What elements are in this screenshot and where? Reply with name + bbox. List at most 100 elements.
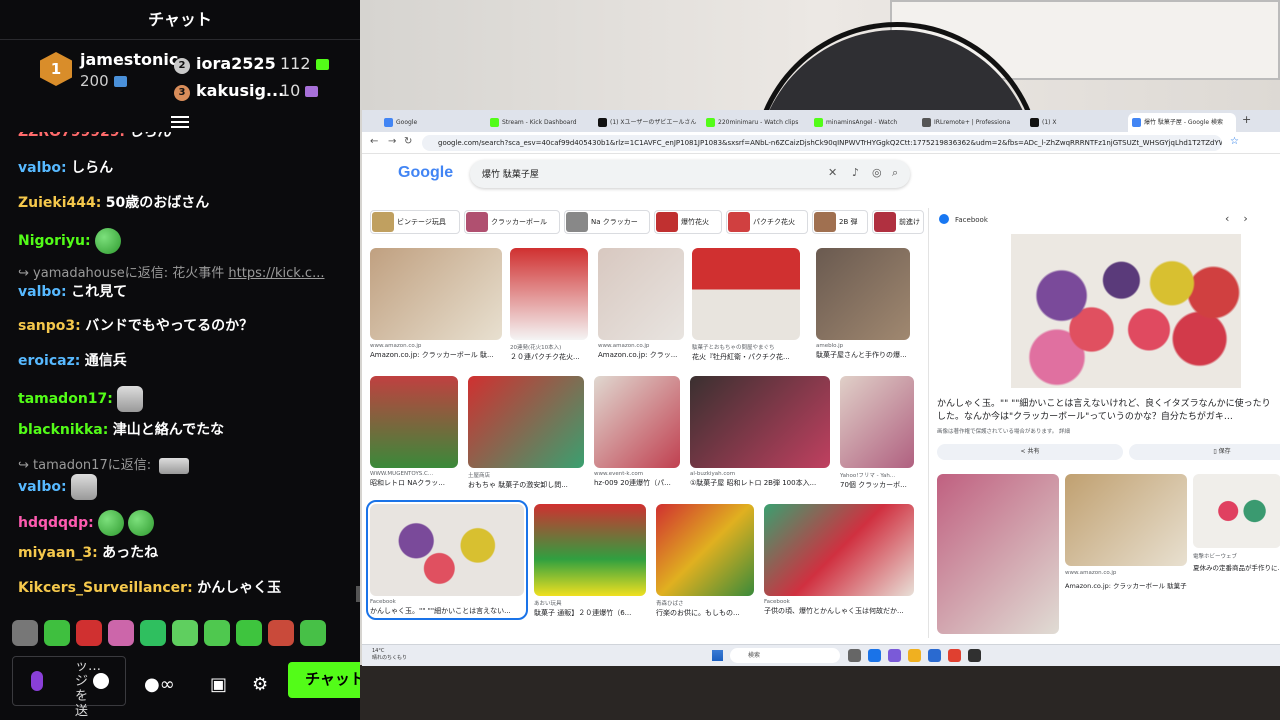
- result-title: 駄菓子 通販】２０連爆竹（6...: [534, 609, 632, 617]
- reload-icon[interactable]: ↻: [404, 136, 412, 147]
- chip[interactable]: ビンテージ玩具: [370, 210, 460, 234]
- image-result[interactable]: 駄菓子とおもちゃの問屋やまぐち 花火『牡丹紅衛・パクチク花...: [692, 248, 800, 362]
- image-result[interactable]: 土屋商店 おもちゃ 駄菓子の激安卸し問...: [468, 376, 584, 490]
- preview-image[interactable]: [1011, 234, 1241, 388]
- related-image[interactable]: [937, 474, 1059, 634]
- related-image[interactable]: [1193, 474, 1280, 548]
- windows-start-icon[interactable]: [712, 650, 723, 661]
- search-input[interactable]: 爆竹 駄菓子屋: [482, 167, 539, 180]
- emote-icon[interactable]: [108, 620, 134, 646]
- emote-icon[interactable]: [140, 620, 166, 646]
- chat-username[interactable]: sanpo3:: [18, 318, 81, 334]
- share-button[interactable]: < 共有: [937, 444, 1123, 460]
- image-result[interactable]: 20連発(花火10本入) ２０連パクチク花火...: [510, 248, 588, 362]
- edge-icon[interactable]: [868, 649, 881, 662]
- chip[interactable]: 前進け: [872, 210, 924, 234]
- send-chat-button[interactable]: チャット: [288, 662, 360, 698]
- chip[interactable]: Na クラッカー: [564, 210, 650, 234]
- emote-icon[interactable]: [12, 620, 38, 646]
- chat-username[interactable]: valbo:: [18, 284, 67, 300]
- chip[interactable]: 爆竹花火: [654, 210, 722, 234]
- smile-icon[interactable]: [93, 673, 109, 689]
- browser-tab[interactable]: (1) X: [1026, 113, 1126, 132]
- gear-icon[interactable]: ⚙: [252, 674, 268, 695]
- search-icon[interactable]: ⌕: [892, 166, 898, 180]
- chip[interactable]: 2B 弾: [812, 210, 868, 234]
- chat-input[interactable]: ッ…ジを送: [12, 656, 126, 719]
- taskview-icon[interactable]: [848, 649, 861, 662]
- reply-context[interactable]: ↪ yamadahouseに返信: 花火事件 https://kick.c...: [18, 262, 324, 281]
- chat-username[interactable]: Kikcers_Surveillancer:: [18, 580, 193, 596]
- image-result[interactable]: WWW.MUGENTOYS.C... 昭和レトロ NAクラッ...: [370, 376, 458, 488]
- mic-icon[interactable]: [31, 671, 43, 691]
- save-button[interactable]: ▯ 保存: [1129, 444, 1280, 460]
- emote-icon[interactable]: [172, 620, 198, 646]
- browser-tab[interactable]: IRLremote+ | Professiona: [918, 113, 1022, 132]
- chat-username[interactable]: blacknikka:: [18, 422, 108, 438]
- chat-messages[interactable]: ZZRO799929: しらん valbo: しらん Zuieki444: 50…: [0, 120, 360, 610]
- store-icon[interactable]: ▣: [210, 674, 227, 695]
- voice-search-icon[interactable]: ♪: [852, 166, 859, 179]
- next-icon[interactable]: ›: [1243, 212, 1247, 225]
- url-field[interactable]: google.com/search?sca_esv=40caf99d405430…: [422, 135, 1222, 151]
- obs-icon[interactable]: [968, 649, 981, 662]
- infinity-icon[interactable]: ●∞: [144, 674, 175, 695]
- store-app-icon[interactable]: [928, 649, 941, 662]
- browser-tab[interactable]: minaminsAngel - Watch: [810, 113, 914, 132]
- emote-icon[interactable]: [44, 620, 70, 646]
- chat-username[interactable]: miyaan_3:: [18, 545, 98, 561]
- bookmark-star-icon[interactable]: ☆: [1230, 136, 1239, 147]
- browser-tab[interactable]: Google: [380, 113, 476, 132]
- chat-username[interactable]: Nigoriyu:: [18, 233, 91, 249]
- lens-icon[interactable]: ◎: [872, 166, 882, 179]
- image-results: www.amazon.co.jp Amazon.co.jp: クラッカーボール …: [362, 242, 928, 642]
- leaderboard-second[interactable]: 2 iora2525 112: [174, 54, 329, 74]
- taskbar-search[interactable]: 検索: [730, 648, 840, 663]
- preview-caption[interactable]: かんしゃく玉。"" ""細かいことは言えないけれど、良くイタズラなんかに使ったり…: [937, 398, 1277, 424]
- app-icon[interactable]: [888, 649, 901, 662]
- image-result-selected[interactable]: Facebook かんしゃく玉。"" ""細かいことは言えない...: [366, 500, 528, 620]
- image-result[interactable]: www.amazon.co.jp Amazon.co.jp: クラッカーボール …: [370, 248, 502, 360]
- chip[interactable]: クラッカーボール: [464, 210, 560, 234]
- prev-icon[interactable]: ‹: [1225, 212, 1229, 225]
- reply-context[interactable]: ↪ tamadon17に返信:: [18, 454, 190, 474]
- image-result[interactable]: Facebook 子供の頃、爆竹とかんしゃく玉は何故だか...: [764, 504, 914, 616]
- emote-icon[interactable]: [76, 620, 102, 646]
- chrome-icon[interactable]: [948, 649, 961, 662]
- explorer-icon[interactable]: [908, 649, 921, 662]
- emote-icon[interactable]: [204, 620, 230, 646]
- reply-link[interactable]: https://kick.c...: [228, 266, 324, 281]
- weather-widget[interactable]: 14°C 晴れのちくもり: [372, 648, 407, 662]
- browser-tab-active[interactable]: 爆竹 駄菓子屋 - Google 検索: [1128, 113, 1236, 132]
- back-icon[interactable]: ←: [370, 136, 378, 147]
- search-box[interactable]: 爆竹 駄菓子屋 ✕ ♪ ◎ ⌕: [470, 160, 910, 188]
- image-result[interactable]: 青森ひばさ 行楽のお供に。もしもの...: [656, 504, 754, 618]
- leaderboard-third[interactable]: 3 kakusig... 10: [174, 81, 319, 101]
- emote-icon[interactable]: [268, 620, 294, 646]
- emote-icon[interactable]: [236, 620, 262, 646]
- emote-icon[interactable]: [300, 620, 326, 646]
- image-result[interactable]: www.event-k.com hz-009 20連爆竹（パ...: [594, 376, 680, 488]
- chat-username[interactable]: tamadon17:: [18, 391, 113, 407]
- image-result[interactable]: ameblo.jp 駄菓子屋さんと手作りの爆...: [816, 248, 910, 360]
- new-tab-icon[interactable]: +: [1242, 113, 1251, 126]
- preview-source[interactable]: Facebook: [939, 214, 988, 224]
- chat-username[interactable]: ZZRO799929:: [18, 132, 125, 140]
- chip[interactable]: パクチク花火: [726, 210, 808, 234]
- clear-icon[interactable]: ✕: [828, 166, 837, 179]
- related-image[interactable]: [1065, 474, 1187, 566]
- chat-username[interactable]: valbo:: [18, 479, 67, 495]
- image-result[interactable]: al-buzkiyah.com ①駄菓子屋 昭和レトロ 2B弾 100本入...: [690, 376, 830, 488]
- chat-username[interactable]: eroicaz:: [18, 353, 80, 369]
- chat-username[interactable]: valbo:: [18, 160, 67, 176]
- browser-tab[interactable]: 220minimaru - Watch clips: [702, 113, 806, 132]
- image-result[interactable]: www.amazon.co.jp Amazon.co.jp: クラッ...: [598, 248, 684, 360]
- image-result[interactable]: Yahoo!フリマ - Yah... 70個 クラッカーボ...: [840, 376, 914, 490]
- chat-username[interactable]: Zuieki444:: [18, 195, 101, 211]
- google-logo[interactable]: Google: [398, 164, 453, 182]
- chat-username[interactable]: hdqdqdp:: [18, 515, 94, 531]
- image-result[interactable]: あおい玩具 駄菓子 通販】２０連爆竹（6...: [534, 504, 646, 618]
- browser-tab[interactable]: Stream - Kick Dashboard: [486, 113, 590, 132]
- browser-tab[interactable]: (1) Xユーザーのザビエールさん: [594, 113, 698, 132]
- forward-icon[interactable]: →: [388, 136, 396, 147]
